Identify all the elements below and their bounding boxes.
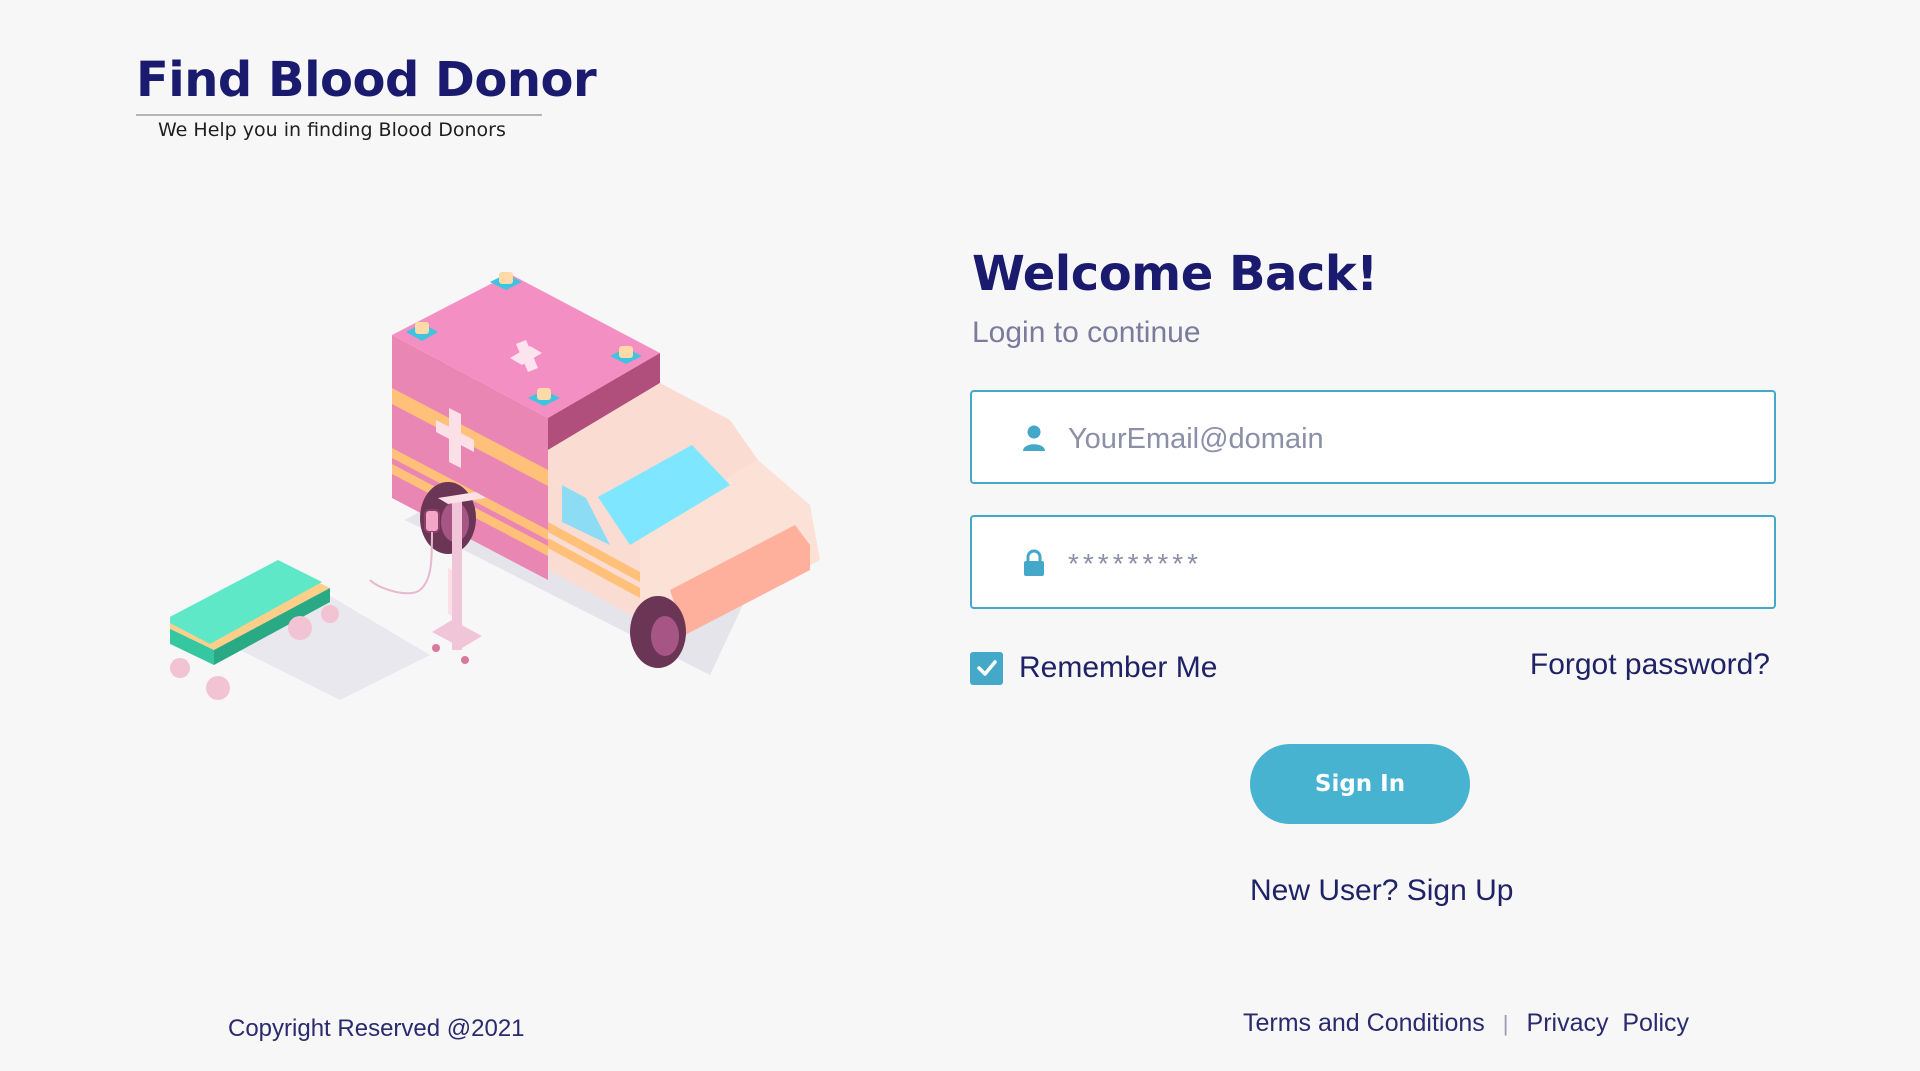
terms-link[interactable]: Terms and Conditions xyxy=(1243,1009,1485,1038)
brand-divider xyxy=(136,114,542,116)
email-field[interactable] xyxy=(970,390,1776,484)
footer-separator: | xyxy=(1502,1010,1509,1036)
sign-up-link[interactable]: New User? Sign Up xyxy=(1250,874,1513,908)
brand-tagline: We Help you in finding Blood Donors xyxy=(158,119,506,141)
check-icon xyxy=(976,660,997,676)
ambulance-illustration xyxy=(170,272,820,700)
user-icon xyxy=(1023,425,1045,451)
welcome-subtitle: Login to continue xyxy=(972,316,1201,349)
lock-icon xyxy=(1024,549,1044,576)
remember-label: Remember Me xyxy=(1019,651,1218,684)
footer-links: Terms and Conditions | Privacy Policy xyxy=(1243,1009,1689,1038)
forgot-password-link[interactable]: Forgot password? xyxy=(1530,648,1770,682)
copyright-text: Copyright Reserved @2021 xyxy=(228,1015,525,1042)
remember-checkbox[interactable] xyxy=(970,651,1003,685)
password-field[interactable] xyxy=(970,515,1776,609)
privacy-link[interactable]: Privacy Policy xyxy=(1527,1009,1690,1038)
sign-in-button[interactable]: Sign In xyxy=(1250,744,1470,824)
email-input[interactable] xyxy=(1066,410,1750,468)
welcome-title: Welcome Back! xyxy=(972,246,1378,302)
password-input[interactable] xyxy=(1066,535,1750,593)
brand-header: Find Blood Donor We Help you in finding … xyxy=(136,48,597,141)
brand-title: Find Blood Donor xyxy=(136,52,597,108)
remember-me[interactable]: Remember Me xyxy=(970,650,1217,686)
